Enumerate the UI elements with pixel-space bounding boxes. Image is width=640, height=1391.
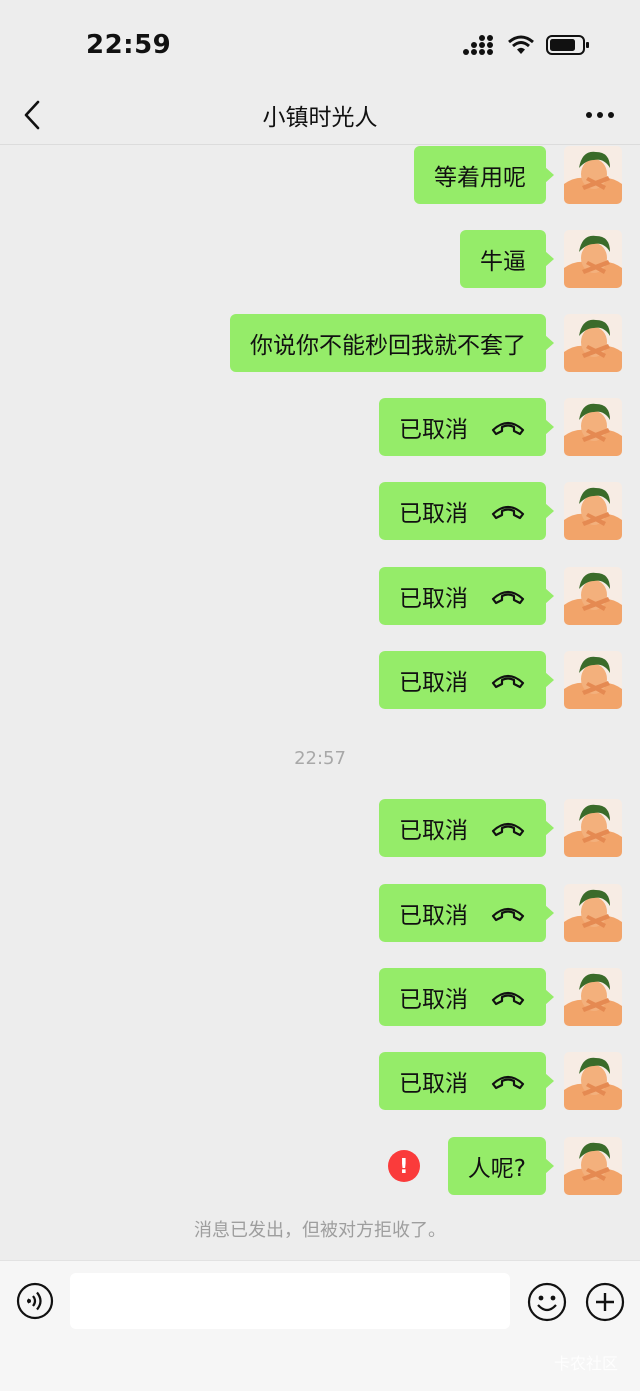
message-row: ! 人呢?	[387, 1136, 622, 1196]
message-row: 已取消	[379, 481, 622, 541]
send-failed-icon[interactable]: !	[387, 1150, 420, 1182]
avatar[interactable]	[564, 1137, 622, 1195]
avatar[interactable]	[564, 884, 622, 942]
phone-hangup-icon	[490, 670, 526, 690]
more-dots-icon[interactable]	[584, 100, 616, 130]
message-text: 已取消	[399, 987, 468, 1013]
chat-title: 小镇时光人	[262, 105, 378, 131]
message-input[interactable]	[70, 1273, 510, 1329]
message-row: 已取消	[379, 566, 622, 626]
phone-hangup-icon	[490, 417, 526, 437]
emoji-icon[interactable]	[527, 1282, 567, 1322]
phone-hangup-icon	[490, 903, 526, 923]
call-record-bubble[interactable]: 已取消	[379, 567, 554, 625]
avatar[interactable]	[564, 398, 622, 456]
call-record-bubble[interactable]: 已取消	[379, 884, 554, 942]
signal-icon	[463, 35, 493, 55]
avatar[interactable]	[564, 1052, 622, 1110]
message-text: 已取消	[399, 818, 468, 844]
input-bar	[0, 1260, 640, 1391]
wifi-icon	[508, 35, 534, 54]
nav-bar: 小镇时光人	[0, 86, 640, 145]
status-time: 22:59	[86, 30, 172, 60]
message-row: 已取消	[379, 798, 622, 858]
plus-icon[interactable]	[585, 1282, 625, 1322]
status-bar: 22:59	[0, 0, 640, 90]
message-text: 已取消	[399, 1071, 468, 1097]
message-row: 等着用呢	[414, 145, 622, 205]
avatar[interactable]	[564, 482, 622, 540]
message-text: 已取消	[399, 417, 468, 443]
message-row: 已取消	[379, 650, 622, 710]
avatar[interactable]	[564, 314, 622, 372]
avatar[interactable]	[564, 651, 622, 709]
message-text: 你说你不能秒回我就不套了	[250, 333, 526, 359]
message-bubble[interactable]: 等着用呢	[414, 146, 554, 204]
message-row: 已取消	[379, 397, 622, 457]
message-row: 已取消	[379, 967, 622, 1027]
avatar[interactable]	[564, 968, 622, 1026]
avatar[interactable]	[564, 567, 622, 625]
call-record-bubble[interactable]: 已取消	[379, 1052, 554, 1110]
watermark: 卡农社区	[553, 1354, 618, 1373]
message-text: 已取消	[399, 586, 468, 612]
call-record-bubble[interactable]: 已取消	[379, 651, 554, 709]
message-bubble[interactable]: 牛逼	[460, 230, 554, 288]
avatar[interactable]	[564, 230, 622, 288]
message-text: 已取消	[399, 670, 468, 696]
status-icons	[462, 34, 590, 56]
phone-hangup-icon	[490, 818, 526, 838]
avatar[interactable]	[564, 799, 622, 857]
message-text: 牛逼	[480, 249, 526, 275]
phone-hangup-icon	[490, 501, 526, 521]
call-record-bubble[interactable]: 已取消	[379, 968, 554, 1026]
message-timestamp: 22:57	[294, 748, 346, 769]
message-text: 人呢?	[467, 1156, 526, 1182]
avatar[interactable]	[564, 146, 622, 204]
message-text: 等着用呢	[434, 165, 526, 191]
message-bubble[interactable]: 你说你不能秒回我就不套了	[230, 314, 554, 372]
call-record-bubble[interactable]: 已取消	[379, 799, 554, 857]
message-row: 你说你不能秒回我就不套了	[230, 313, 622, 373]
call-record-bubble[interactable]: 已取消	[379, 398, 554, 456]
message-text: 已取消	[399, 903, 468, 929]
message-bubble[interactable]: 人呢?	[447, 1137, 555, 1195]
phone-hangup-icon	[490, 987, 526, 1007]
call-record-bubble[interactable]: 已取消	[379, 482, 554, 540]
voice-icon[interactable]	[16, 1282, 54, 1320]
battery-icon	[546, 35, 589, 55]
system-notice: 消息已发出，但被对方拒收了。	[194, 1220, 446, 1241]
phone-hangup-icon	[490, 586, 526, 606]
message-row: 已取消	[379, 1051, 622, 1111]
message-text: 已取消	[399, 501, 468, 527]
message-row: 已取消	[379, 883, 622, 943]
message-row: 牛逼	[460, 229, 622, 289]
phone-hangup-icon	[490, 1071, 526, 1091]
